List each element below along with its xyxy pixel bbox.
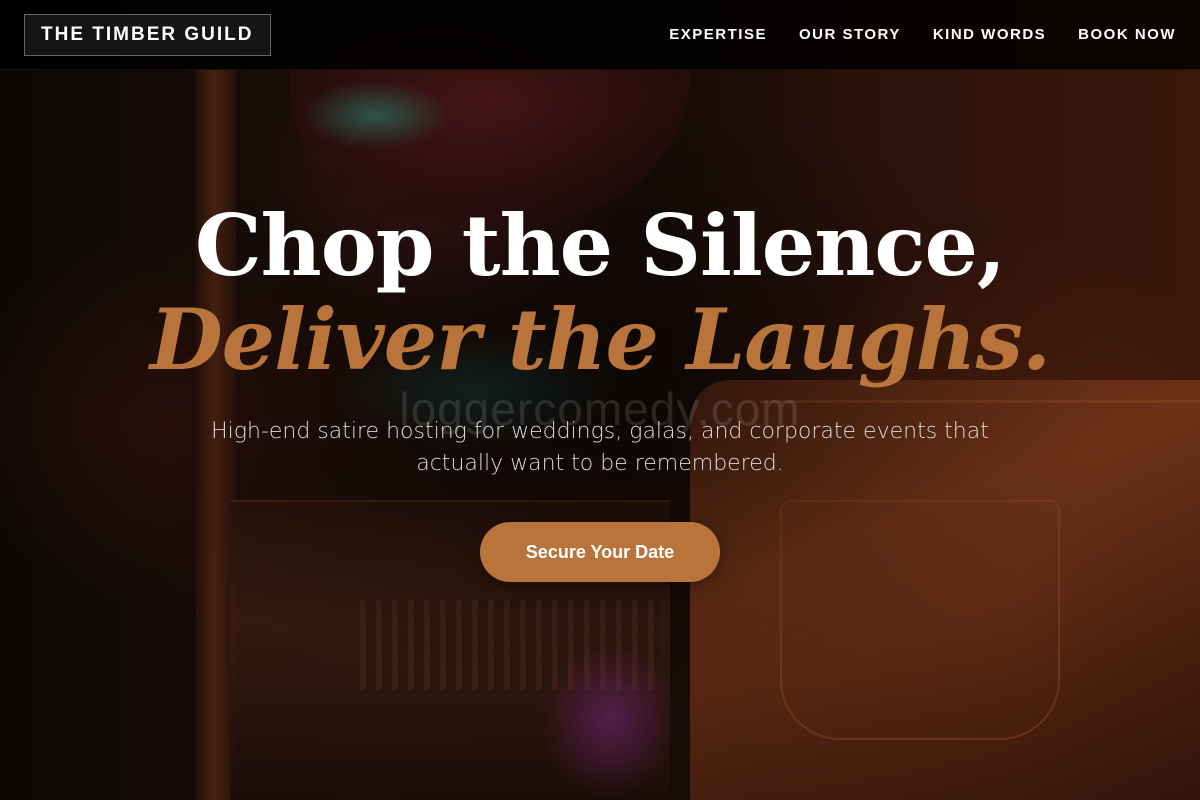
main-nav: EXPERTISE OUR STORY KIND WORDS BOOK NOW [669,26,1176,43]
nav-link-book-now[interactable]: BOOK NOW [1078,26,1176,43]
nav-link-expertise[interactable]: EXPERTISE [669,26,767,43]
site-header: THE TIMBER GUILD EXPERTISE OUR STORY KIN… [0,0,1200,70]
hero-title: Chop the Silence, [194,196,1006,295]
hero-accent-title: Deliver the Laughs. [149,290,1051,389]
hero-subtitle: High-end satire hosting for weddings, ga… [211,419,989,476]
secure-date-button[interactable]: Secure Your Date [480,522,720,582]
nav-link-our-story[interactable]: OUR STORY [799,26,901,43]
hero-section: Chop the Silence, Deliver the Laughs. Hi… [0,200,1200,582]
nav-link-kind-words[interactable]: KIND WORDS [933,26,1046,43]
site-logo[interactable]: THE TIMBER GUILD [24,13,271,56]
